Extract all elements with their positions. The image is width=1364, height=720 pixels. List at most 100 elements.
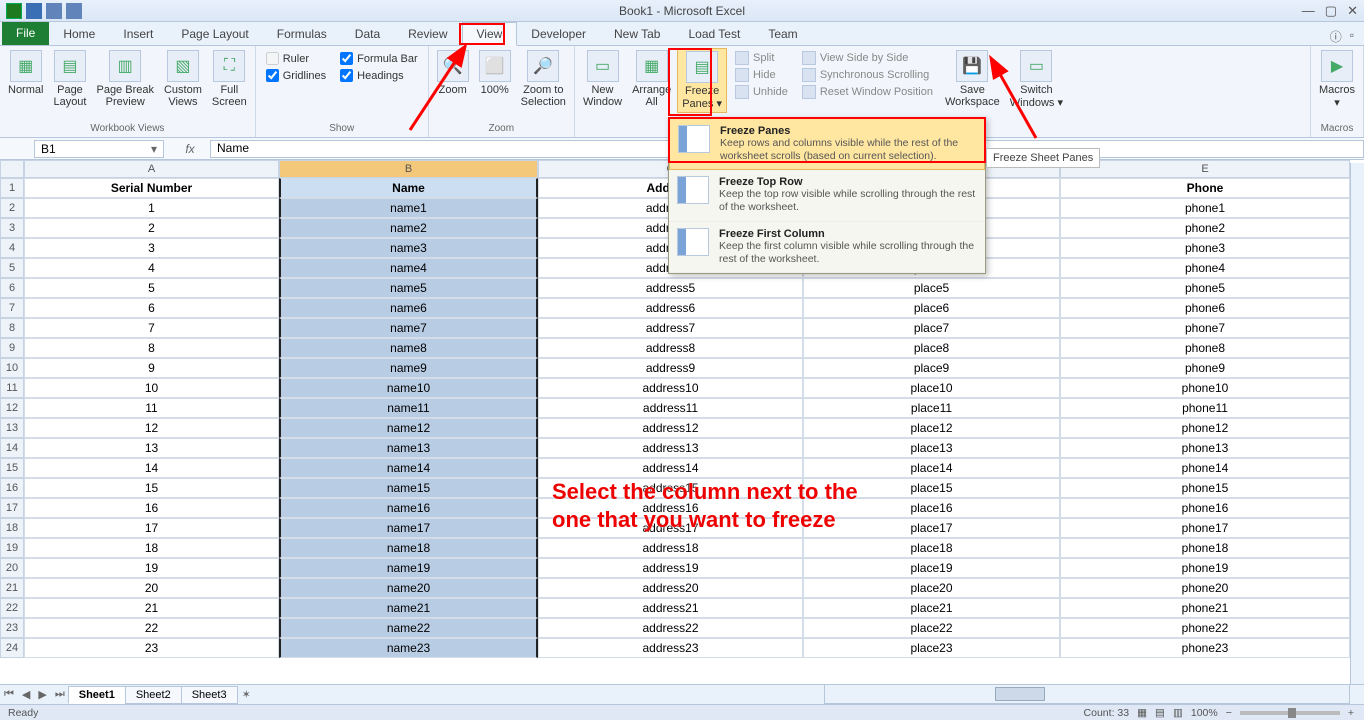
name-box[interactable]: B1▾: [34, 140, 164, 158]
help-icon[interactable]: ⓘ: [1330, 28, 1342, 45]
cell[interactable]: 6: [24, 298, 279, 318]
close-icon[interactable]: ✕: [1347, 3, 1358, 19]
cell[interactable]: place11: [803, 398, 1060, 418]
view-layout-icon[interactable]: ▤: [1155, 707, 1165, 719]
cell[interactable]: name12: [279, 418, 538, 438]
tab-developer[interactable]: Developer: [517, 23, 600, 45]
cell[interactable]: address11: [538, 398, 803, 418]
row-header[interactable]: 5: [0, 258, 24, 278]
cell[interactable]: address23: [538, 638, 803, 658]
cell[interactable]: 10: [24, 378, 279, 398]
row-header[interactable]: 10: [0, 358, 24, 378]
macros-button[interactable]: ▶Macros ▾: [1315, 48, 1359, 111]
cell[interactable]: address22: [538, 618, 803, 638]
cell[interactable]: 2: [24, 218, 279, 238]
cell[interactable]: address18: [538, 538, 803, 558]
side-by-side-button[interactable]: View Side by Side: [798, 50, 937, 66]
cell[interactable]: phone11: [1060, 398, 1350, 418]
headings-checkbox[interactable]: Headings: [340, 69, 418, 82]
cell[interactable]: name17: [279, 518, 538, 538]
cell[interactable]: Serial Number: [24, 178, 279, 198]
cell[interactable]: Name: [279, 178, 538, 198]
cell[interactable]: phone19: [1060, 558, 1350, 578]
cell[interactable]: phone21: [1060, 598, 1350, 618]
cell[interactable]: 19: [24, 558, 279, 578]
cell[interactable]: 5: [24, 278, 279, 298]
cell[interactable]: address12: [538, 418, 803, 438]
cell[interactable]: place6: [803, 298, 1060, 318]
cell[interactable]: Phone: [1060, 178, 1350, 198]
cell[interactable]: address19: [538, 558, 803, 578]
sheet-tab-sheet2[interactable]: Sheet2: [125, 686, 182, 704]
cell[interactable]: 15: [24, 478, 279, 498]
arrange-all-button[interactable]: ▦Arrange All: [628, 48, 675, 110]
cell[interactable]: address9: [538, 358, 803, 378]
cell[interactable]: place8: [803, 338, 1060, 358]
cell[interactable]: name1: [279, 198, 538, 218]
cell[interactable]: 4: [24, 258, 279, 278]
cell[interactable]: address6: [538, 298, 803, 318]
cell[interactable]: name16: [279, 498, 538, 518]
cell[interactable]: phone17: [1060, 518, 1350, 538]
cell[interactable]: address10: [538, 378, 803, 398]
horizontal-scrollbar[interactable]: [824, 684, 1350, 704]
tab-team[interactable]: Team: [754, 23, 811, 45]
cell[interactable]: 16: [24, 498, 279, 518]
cell[interactable]: address14: [538, 458, 803, 478]
freeze-option-2[interactable]: Freeze First ColumnKeep the first column…: [669, 222, 985, 273]
cell[interactable]: place23: [803, 638, 1060, 658]
view-normal-icon[interactable]: ▦: [1137, 707, 1147, 719]
cell[interactable]: name7: [279, 318, 538, 338]
row-header[interactable]: 4: [0, 238, 24, 258]
cell[interactable]: place12: [803, 418, 1060, 438]
tab-view[interactable]: View: [462, 22, 518, 46]
page-layout-button[interactable]: ▤Page Layout: [49, 48, 90, 110]
row-header[interactable]: 11: [0, 378, 24, 398]
cell[interactable]: 21: [24, 598, 279, 618]
restore-icon[interactable]: ▢: [1325, 3, 1337, 19]
row-header[interactable]: 6: [0, 278, 24, 298]
row-header[interactable]: 14: [0, 438, 24, 458]
row-header[interactable]: 20: [0, 558, 24, 578]
freeze-option-1[interactable]: Freeze Top RowKeep the top row visible w…: [669, 170, 985, 221]
row-header[interactable]: 18: [0, 518, 24, 538]
cell[interactable]: 8: [24, 338, 279, 358]
file-tab[interactable]: File: [2, 21, 49, 45]
minimize-icon[interactable]: —: [1302, 3, 1315, 19]
zoom-in-icon[interactable]: +: [1348, 707, 1354, 719]
cell[interactable]: name15: [279, 478, 538, 498]
page-break-button[interactable]: ▥Page Break Preview: [92, 48, 157, 110]
new-sheet-icon[interactable]: ✶: [238, 688, 255, 701]
cell[interactable]: phone23: [1060, 638, 1350, 658]
tab-formulas[interactable]: Formulas: [263, 23, 341, 45]
zoom-slider[interactable]: [1240, 711, 1340, 715]
cell[interactable]: name19: [279, 558, 538, 578]
new-window-button[interactable]: ▭New Window: [579, 48, 626, 110]
save-icon[interactable]: [26, 3, 42, 19]
cell[interactable]: 14: [24, 458, 279, 478]
cell[interactable]: address8: [538, 338, 803, 358]
row-header[interactable]: 12: [0, 398, 24, 418]
cell[interactable]: place5: [803, 278, 1060, 298]
min-ribbon-icon[interactable]: ▫: [1350, 28, 1354, 45]
cell[interactable]: name9: [279, 358, 538, 378]
cell[interactable]: address7: [538, 318, 803, 338]
undo-icon[interactable]: [46, 3, 62, 19]
row-header[interactable]: 23: [0, 618, 24, 638]
cell[interactable]: place14: [803, 458, 1060, 478]
zoom-selection-button[interactable]: 🔎Zoom to Selection: [517, 48, 570, 110]
sheet-nav-first[interactable]: ⏮: [0, 688, 18, 701]
row-header[interactable]: 13: [0, 418, 24, 438]
row-header[interactable]: 21: [0, 578, 24, 598]
cell[interactable]: name8: [279, 338, 538, 358]
vertical-scrollbar[interactable]: [1350, 163, 1364, 684]
cell[interactable]: name21: [279, 598, 538, 618]
sheet-nav-prev[interactable]: ◀: [18, 688, 34, 701]
sheet-nav-next[interactable]: ▶: [34, 688, 50, 701]
cell[interactable]: name3: [279, 238, 538, 258]
cell[interactable]: place21: [803, 598, 1060, 618]
cell[interactable]: name10: [279, 378, 538, 398]
sync-scroll-button[interactable]: Synchronous Scrolling: [798, 67, 937, 83]
cell[interactable]: place13: [803, 438, 1060, 458]
cell[interactable]: address13: [538, 438, 803, 458]
